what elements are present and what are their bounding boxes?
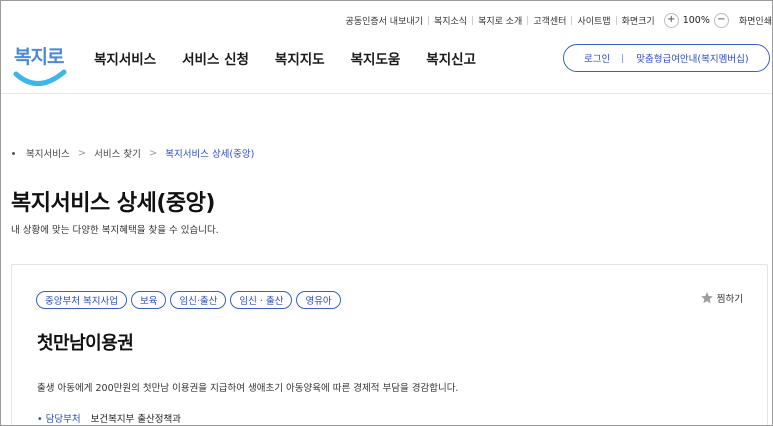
membership-button[interactable]: 맞춤형급여안내(복지멤버십) [623,51,748,65]
service-detail-card: 중앙부처 복지사업 보육 임신·출산 임신 · 출산 영유아 찜하기 첫만남이용… [11,264,768,425]
print-button[interactable]: 화면인쇄 [733,14,772,27]
utility-link-sitemap[interactable]: 사이트맵 [572,14,615,27]
chevron-right-icon: > [77,147,87,159]
tag-childcare[interactable]: 보육 [130,291,167,309]
utility-bar: 공동인증서 내보내기 복지소식 복지로 소개 고객센터 사이트맵 화면크기 + … [341,12,772,28]
breadcrumb-item-welfare-services[interactable]: 복지서비스 [26,146,70,160]
zoom-value: 100% [682,14,710,26]
nav-item-welfare-report[interactable]: 복지신고 [426,48,476,68]
tag-infant[interactable]: 영유아 [296,291,341,309]
tag-central-ministry[interactable]: 중앙부처 복지사업 [36,291,127,309]
bookmark-label: 찜하기 [716,294,743,305]
nav-item-welfare-services[interactable]: 복지서비스 [94,48,156,68]
nav-item-service-application[interactable]: 서비스 신청 [182,48,249,68]
header-divider [1,93,772,94]
site-logo[interactable]: 복지로 [12,38,68,94]
star-icon [700,292,713,304]
zoom-out-button[interactable]: − [713,12,729,28]
department-value: 보건복지부 출산정책과 [90,414,182,425]
utility-link-cert-export[interactable]: 공동인증서 내보내기 [341,14,428,27]
zoom-label: 화면크기 [621,16,655,27]
logo-smile-icon [13,69,67,86]
department-label: • 담당부처 [37,414,81,425]
utility-link-news[interactable]: 복지소식 [429,14,472,27]
service-tags: 중앙부처 복지사업 보육 임신·출산 임신 · 출산 영유아 [36,291,341,309]
auth-box: 로그인 맞춤형급여안내(복지멤버십) [563,44,770,72]
home-dot-icon [12,151,15,155]
tag-pregnancy-birth-alt[interactable]: 임신 · 출산 [230,291,293,309]
department-row: • 담당부처 보건복지부 출산정책과 [37,411,181,425]
main-navigation: 복지서비스 서비스 신청 복지지도 복지도움 복지신고 [94,48,476,68]
page-description: 내 상황에 맞는 다양한 복지혜택을 찾을 수 있습니다. [11,225,219,236]
utility-link-about[interactable]: 복지로 소개 [473,14,527,27]
zoom-in-button[interactable]: + [663,12,679,28]
utility-link-customer-center[interactable]: 고객센터 [528,14,571,27]
nav-item-welfare-help[interactable]: 복지도움 [351,48,401,68]
nav-item-welfare-map[interactable]: 복지지도 [275,48,325,68]
login-button[interactable]: 로그인 [564,51,622,65]
browser-viewport: 공동인증서 내보내기 복지소식 복지로 소개 고객센터 사이트맵 화면크기 + … [0,0,773,426]
chevron-right-icon: > [148,147,158,159]
breadcrumb-current: 복지서비스 상세(중앙) [165,149,255,160]
page-title: 복지서비스 상세(중앙) [11,191,215,216]
bookmark-button[interactable]: 찜하기 [700,291,743,305]
breadcrumb-item-service-search[interactable]: 서비스 찾기 [94,146,141,160]
service-title: 첫만남이용권 [37,333,134,354]
service-description: 출생 아동에게 200만원의 첫만남 이용권을 지급하여 생애초기 아동양육에 … [37,383,459,394]
tag-pregnancy-birth[interactable]: 임신·출산 [170,291,227,309]
breadcrumb: 복지서비스 > 서비스 찾기 > 복지서비스 상세(중앙) [12,146,254,160]
